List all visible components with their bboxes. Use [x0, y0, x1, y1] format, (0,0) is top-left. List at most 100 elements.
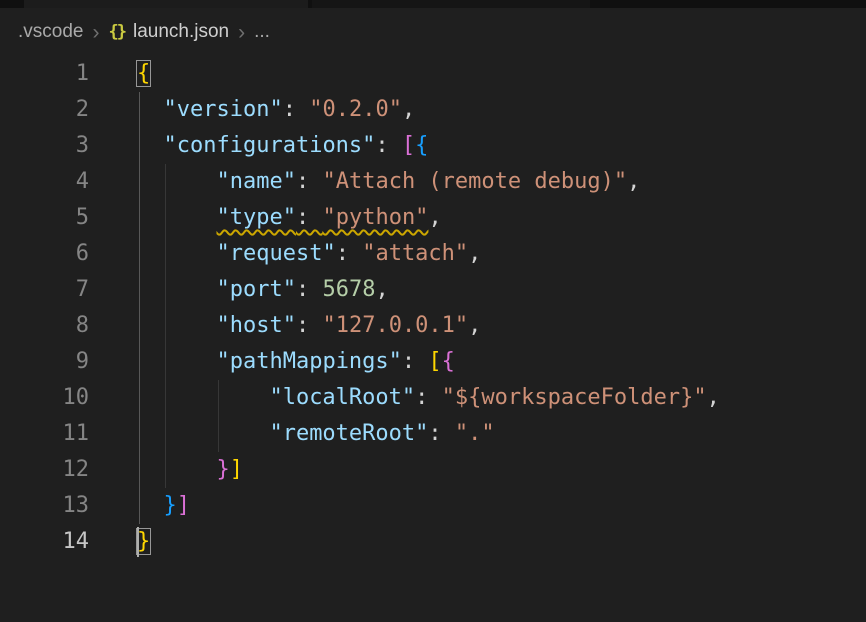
code-line[interactable]: }] — [137, 488, 866, 524]
code-token: [ — [428, 349, 441, 374]
code-token — [137, 277, 216, 302]
code-token — [137, 493, 164, 518]
code-token: "pathMappings" — [216, 349, 401, 374]
code-token: : — [296, 205, 323, 230]
line-number[interactable]: 2 — [0, 92, 95, 128]
line-number[interactable]: 1 — [0, 56, 95, 92]
code-token: { — [137, 61, 150, 86]
code-token: "${workspaceFolder}" — [442, 385, 707, 410]
code-token: "request" — [216, 241, 335, 266]
code-token: "host" — [216, 313, 295, 338]
editor-window: .vscode › {} launch.json › ... 123456789… — [0, 0, 866, 622]
code-token: "Attach (remote debug)" — [322, 169, 627, 194]
json-file-icon: {} — [108, 22, 126, 42]
code-line[interactable]: "version": "0.2.0", — [137, 92, 866, 128]
breadcrumb: .vscode › {} launch.json › ... — [0, 8, 866, 56]
code-token — [137, 385, 269, 410]
code-area[interactable]: { "version": "0.2.0", "configurations": … — [137, 56, 866, 560]
code-line[interactable]: "port": 5678, — [137, 272, 866, 308]
code-token: : — [415, 385, 442, 410]
code-token: } — [216, 457, 229, 482]
code-line[interactable]: "remoteRoot": "." — [137, 416, 866, 452]
code-token — [137, 169, 216, 194]
code-line[interactable]: "name": "Attach (remote debug)", — [137, 164, 866, 200]
code-token — [137, 313, 216, 338]
breadcrumb-folder-label: .vscode — [18, 21, 83, 43]
code-token: "type" — [216, 205, 295, 230]
code-token: , — [375, 277, 388, 302]
code-line[interactable]: } — [137, 524, 866, 560]
breadcrumb-symbol[interactable]: ... — [254, 21, 270, 43]
code-line[interactable]: "request": "attach", — [137, 236, 866, 272]
breadcrumb-file[interactable]: {} launch.json — [108, 21, 229, 43]
code-token — [137, 205, 216, 230]
breadcrumb-symbol-label: ... — [254, 21, 270, 43]
code-token: "remoteRoot" — [269, 421, 428, 446]
gutter: 1234567891011121314 — [0, 56, 95, 560]
code-token — [137, 97, 164, 122]
code-token: : — [296, 277, 323, 302]
code-token: : — [375, 133, 402, 158]
code-token: : — [283, 97, 310, 122]
line-number[interactable]: 13 — [0, 488, 95, 524]
code-token: "configurations" — [164, 133, 376, 158]
code-token: , — [468, 313, 481, 338]
code-line[interactable]: "configurations": [{ — [137, 128, 866, 164]
code-token: "python" — [322, 205, 428, 230]
line-number[interactable]: 7 — [0, 272, 95, 308]
code-line[interactable]: "type": "python", — [137, 200, 866, 236]
code-line[interactable]: { — [137, 56, 866, 92]
code-token: ] — [177, 493, 190, 518]
tab-bottom-sliver — [24, 0, 308, 8]
code-token: "127.0.0.1" — [322, 313, 468, 338]
code-token: : — [428, 421, 455, 446]
code-line[interactable]: "pathMappings": [{ — [137, 344, 866, 380]
code-line[interactable]: "host": "127.0.0.1", — [137, 308, 866, 344]
line-number[interactable]: 6 — [0, 236, 95, 272]
code-token: : — [296, 313, 323, 338]
code-token: 5678 — [322, 277, 375, 302]
code-token: { — [442, 349, 455, 374]
code-token: "0.2.0" — [309, 97, 402, 122]
code-token: : — [402, 349, 429, 374]
line-number[interactable]: 5 — [0, 200, 95, 236]
chevron-right-icon: › — [237, 22, 246, 43]
code-token: : — [296, 169, 323, 194]
text-cursor — [137, 527, 139, 557]
code-token: "version" — [164, 97, 283, 122]
code-token: , — [627, 169, 640, 194]
code-token: "." — [455, 421, 495, 446]
tab-bar-edge — [0, 0, 866, 8]
tab-bottom-sliver — [312, 0, 590, 8]
line-number[interactable]: 9 — [0, 344, 95, 380]
code-token: { — [415, 133, 428, 158]
breadcrumb-folder[interactable]: .vscode — [18, 21, 83, 43]
code-token — [137, 133, 164, 158]
code-token: "port" — [216, 277, 295, 302]
code-token: "type": "python" — [216, 205, 428, 230]
code-token: [ — [402, 133, 415, 158]
code-token: : — [336, 241, 363, 266]
code-token: } — [164, 493, 177, 518]
code-token — [137, 349, 216, 374]
line-number[interactable]: 14 — [0, 524, 95, 560]
code-token: ] — [230, 457, 243, 482]
code-token: "localRoot" — [269, 385, 415, 410]
code-token — [137, 421, 269, 446]
line-number[interactable]: 11 — [0, 416, 95, 452]
code-token: , — [402, 97, 415, 122]
code-token: , — [428, 205, 441, 230]
code-token: "name" — [216, 169, 295, 194]
code-token — [137, 241, 216, 266]
code-token — [137, 457, 216, 482]
line-number[interactable]: 3 — [0, 128, 95, 164]
code-line[interactable]: "localRoot": "${workspaceFolder}", — [137, 380, 866, 416]
line-number[interactable]: 8 — [0, 308, 95, 344]
code-token: "attach" — [362, 241, 468, 266]
code-line[interactable]: }] — [137, 452, 866, 488]
line-number[interactable]: 10 — [0, 380, 95, 416]
line-number[interactable]: 4 — [0, 164, 95, 200]
chevron-right-icon: › — [91, 22, 100, 43]
code-token: , — [468, 241, 481, 266]
line-number[interactable]: 12 — [0, 452, 95, 488]
